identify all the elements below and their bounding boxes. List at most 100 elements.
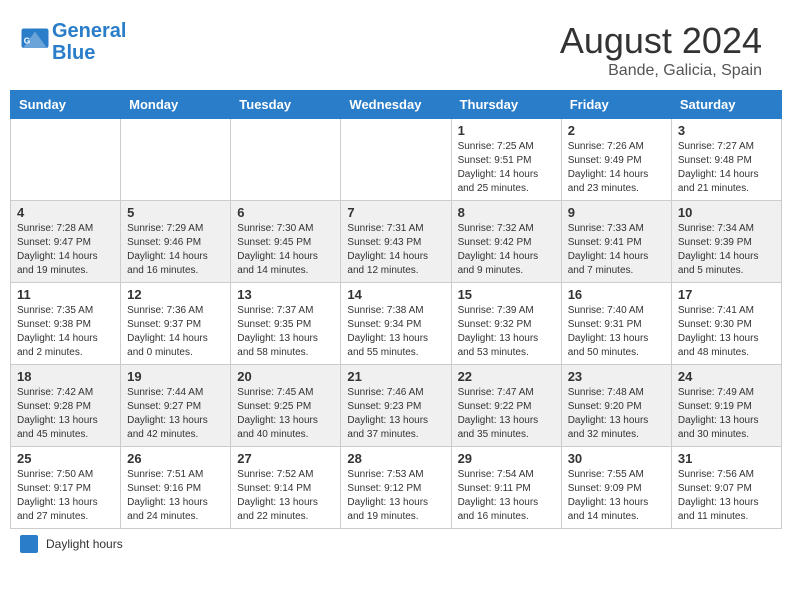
title-block: August 2024 Bande, Galicia, Spain [560, 20, 762, 80]
day-info: Sunrise: 7:44 AM Sunset: 9:27 PM Dayligh… [127, 386, 224, 442]
calendar-week-row: 11 Sunrise: 7:35 AM Sunset: 9:38 PM Dayli… [11, 283, 782, 365]
day-number: 1 [458, 123, 555, 138]
day-info: Sunrise: 7:25 AM Sunset: 9:51 PM Dayligh… [458, 140, 555, 196]
calendar-cell: 4Sunrise: 7:28 AM Sunset: 9:47 PM Daylig… [11, 201, 121, 283]
day-info: Sunrise: 7:35 AM Sunset: 9:38 PM Dayligh… [17, 304, 114, 360]
day-number: 14 [347, 287, 444, 302]
page: G General Blue August 2024 Bande, Galici… [0, 0, 792, 569]
col-header-thursday: Thursday [451, 91, 561, 119]
day-number: 2 [568, 123, 665, 138]
day-number: 16 [568, 287, 665, 302]
calendar-cell: 18Sunrise: 7:42 AM Sunset: 9:28 PM Dayli… [11, 365, 121, 447]
day-info: Sunrise: 7:37 AM Sunset: 9:35 PM Dayligh… [237, 304, 334, 360]
calendar-cell: 28 Sunrise: 7:53 AM Sunset: 9:12 PM Dayli… [341, 447, 451, 529]
day-number: 29 [458, 451, 555, 466]
day-info: Sunrise: 7:42 AM Sunset: 9:28 PM Dayligh… [17, 386, 114, 442]
day-info: Sunrise: 7:48 AM Sunset: 9:20 PM Dayligh… [568, 386, 665, 442]
day-number: 24 [678, 369, 775, 384]
footer: Daylight hours [10, 529, 782, 559]
calendar-cell: 1 Sunrise: 7:25 AM Sunset: 9:51 PM Daylig… [451, 119, 561, 201]
day-number: 26 [127, 451, 224, 466]
day-info: Sunrise: 7:56 AM Sunset: 9:07 PM Dayligh… [678, 468, 775, 524]
day-info: Sunrise: 7:27 AM Sunset: 9:48 PM Dayligh… [678, 140, 775, 196]
calendar-cell: 5Sunrise: 7:29 AM Sunset: 9:46 PM Daylig… [121, 201, 231, 283]
day-info: Sunrise: 7:50 AM Sunset: 9:17 PM Dayligh… [17, 468, 114, 524]
day-info: Sunrise: 7:54 AM Sunset: 9:11 PM Dayligh… [458, 468, 555, 524]
day-info: Sunrise: 7:36 AM Sunset: 9:37 PM Dayligh… [127, 304, 224, 360]
day-info: Sunrise: 7:34 AM Sunset: 9:39 PM Dayligh… [678, 222, 775, 278]
calendar-cell: 8Sunrise: 7:32 AM Sunset: 9:42 PM Daylig… [451, 201, 561, 283]
calendar-cell: 3 Sunrise: 7:27 AM Sunset: 9:48 PM Daylig… [671, 119, 781, 201]
day-number: 31 [678, 451, 775, 466]
calendar-week-row: 25 Sunrise: 7:50 AM Sunset: 9:17 PM Dayli… [11, 447, 782, 529]
day-info: Sunrise: 7:26 AM Sunset: 9:49 PM Dayligh… [568, 140, 665, 196]
logo-line1: General [52, 20, 126, 42]
day-info: Sunrise: 7:40 AM Sunset: 9:31 PM Dayligh… [568, 304, 665, 360]
calendar-cell [11, 119, 121, 201]
calendar-cell [341, 119, 451, 201]
day-info: Sunrise: 7:53 AM Sunset: 9:12 PM Dayligh… [347, 468, 444, 524]
calendar-cell: 15Sunrise: 7:39 AM Sunset: 9:32 PM Dayli… [451, 283, 561, 365]
day-number: 9 [568, 205, 665, 220]
calendar-cell: 20Sunrise: 7:45 AM Sunset: 9:25 PM Dayli… [231, 365, 341, 447]
col-header-friday: Friday [561, 91, 671, 119]
day-number: 7 [347, 205, 444, 220]
day-info: Sunrise: 7:31 AM Sunset: 9:43 PM Dayligh… [347, 222, 444, 278]
logo-line2: Blue [52, 42, 126, 64]
calendar-cell: 11 Sunrise: 7:35 AM Sunset: 9:38 PM Dayli… [11, 283, 121, 365]
col-header-sunday: Sunday [11, 91, 121, 119]
calendar-cell: 27Sunrise: 7:52 AM Sunset: 9:14 PM Dayli… [231, 447, 341, 529]
calendar-cell: 9Sunrise: 7:33 AM Sunset: 9:41 PM Daylig… [561, 201, 671, 283]
col-header-wednesday: Wednesday [341, 91, 451, 119]
calendar-cell [231, 119, 341, 201]
day-number: 25 [17, 451, 114, 466]
calendar-cell: 26Sunrise: 7:51 AM Sunset: 9:16 PM Dayli… [121, 447, 231, 529]
month-title: August 2024 [560, 20, 762, 62]
calendar-cell: 13 Sunrise: 7:37 AM Sunset: 9:35 PM Dayli… [231, 283, 341, 365]
day-number: 30 [568, 451, 665, 466]
calendar-cell: 10 Sunrise: 7:34 AM Sunset: 9:39 PM Dayli… [671, 201, 781, 283]
day-info: Sunrise: 7:41 AM Sunset: 9:30 PM Dayligh… [678, 304, 775, 360]
calendar-cell: 14 Sunrise: 7:38 AM Sunset: 9:34 PM Dayli… [341, 283, 451, 365]
col-header-saturday: Saturday [671, 91, 781, 119]
calendar-cell: 17 Sunrise: 7:41 AM Sunset: 9:30 PM Dayli… [671, 283, 781, 365]
day-number: 11 [17, 287, 114, 302]
day-info: Sunrise: 7:32 AM Sunset: 9:42 PM Dayligh… [458, 222, 555, 278]
day-number: 21 [347, 369, 444, 384]
calendar-cell: 6 Sunrise: 7:30 AM Sunset: 9:45 PM Daylig… [231, 201, 341, 283]
logo-icon: G [20, 27, 50, 57]
calendar-cell: 21Sunrise: 7:46 AM Sunset: 9:23 PM Dayli… [341, 365, 451, 447]
logo: G General Blue [20, 20, 126, 64]
day-info: Sunrise: 7:30 AM Sunset: 9:45 PM Dayligh… [237, 222, 334, 278]
day-info: Sunrise: 7:39 AM Sunset: 9:32 PM Dayligh… [458, 304, 555, 360]
day-number: 6 [237, 205, 334, 220]
calendar-cell: 31 Sunrise: 7:56 AM Sunset: 9:07 PM Dayli… [671, 447, 781, 529]
day-number: 28 [347, 451, 444, 466]
day-number: 22 [458, 369, 555, 384]
calendar-week-row: 4Sunrise: 7:28 AM Sunset: 9:47 PM Daylig… [11, 201, 782, 283]
col-header-tuesday: Tuesday [231, 91, 341, 119]
day-number: 17 [678, 287, 775, 302]
col-header-monday: Monday [121, 91, 231, 119]
day-number: 10 [678, 205, 775, 220]
day-number: 13 [237, 287, 334, 302]
calendar-week-row: 1 Sunrise: 7:25 AM Sunset: 9:51 PM Daylig… [11, 119, 782, 201]
calendar-cell: 16 Sunrise: 7:40 AM Sunset: 9:31 PM Dayli… [561, 283, 671, 365]
calendar-cell [121, 119, 231, 201]
calendar-week-row: 18Sunrise: 7:42 AM Sunset: 9:28 PM Dayli… [11, 365, 782, 447]
calendar-cell: 29 Sunrise: 7:54 AM Sunset: 9:11 PM Dayli… [451, 447, 561, 529]
calendar-cell: 25 Sunrise: 7:50 AM Sunset: 9:17 PM Dayli… [11, 447, 121, 529]
day-info: Sunrise: 7:29 AM Sunset: 9:46 PM Dayligh… [127, 222, 224, 278]
legend-color-box [20, 535, 38, 553]
svg-text:G: G [24, 37, 30, 46]
day-number: 3 [678, 123, 775, 138]
calendar-table: SundayMondayTuesdayWednesdayThursdayFrid… [10, 90, 782, 529]
day-number: 12 [127, 287, 224, 302]
legend-label: Daylight hours [46, 537, 123, 551]
calendar-cell: 24Sunrise: 7:49 AM Sunset: 9:19 PM Dayli… [671, 365, 781, 447]
day-number: 23 [568, 369, 665, 384]
day-info: Sunrise: 7:52 AM Sunset: 9:14 PM Dayligh… [237, 468, 334, 524]
day-info: Sunrise: 7:45 AM Sunset: 9:25 PM Dayligh… [237, 386, 334, 442]
day-info: Sunrise: 7:55 AM Sunset: 9:09 PM Dayligh… [568, 468, 665, 524]
day-info: Sunrise: 7:38 AM Sunset: 9:34 PM Dayligh… [347, 304, 444, 360]
